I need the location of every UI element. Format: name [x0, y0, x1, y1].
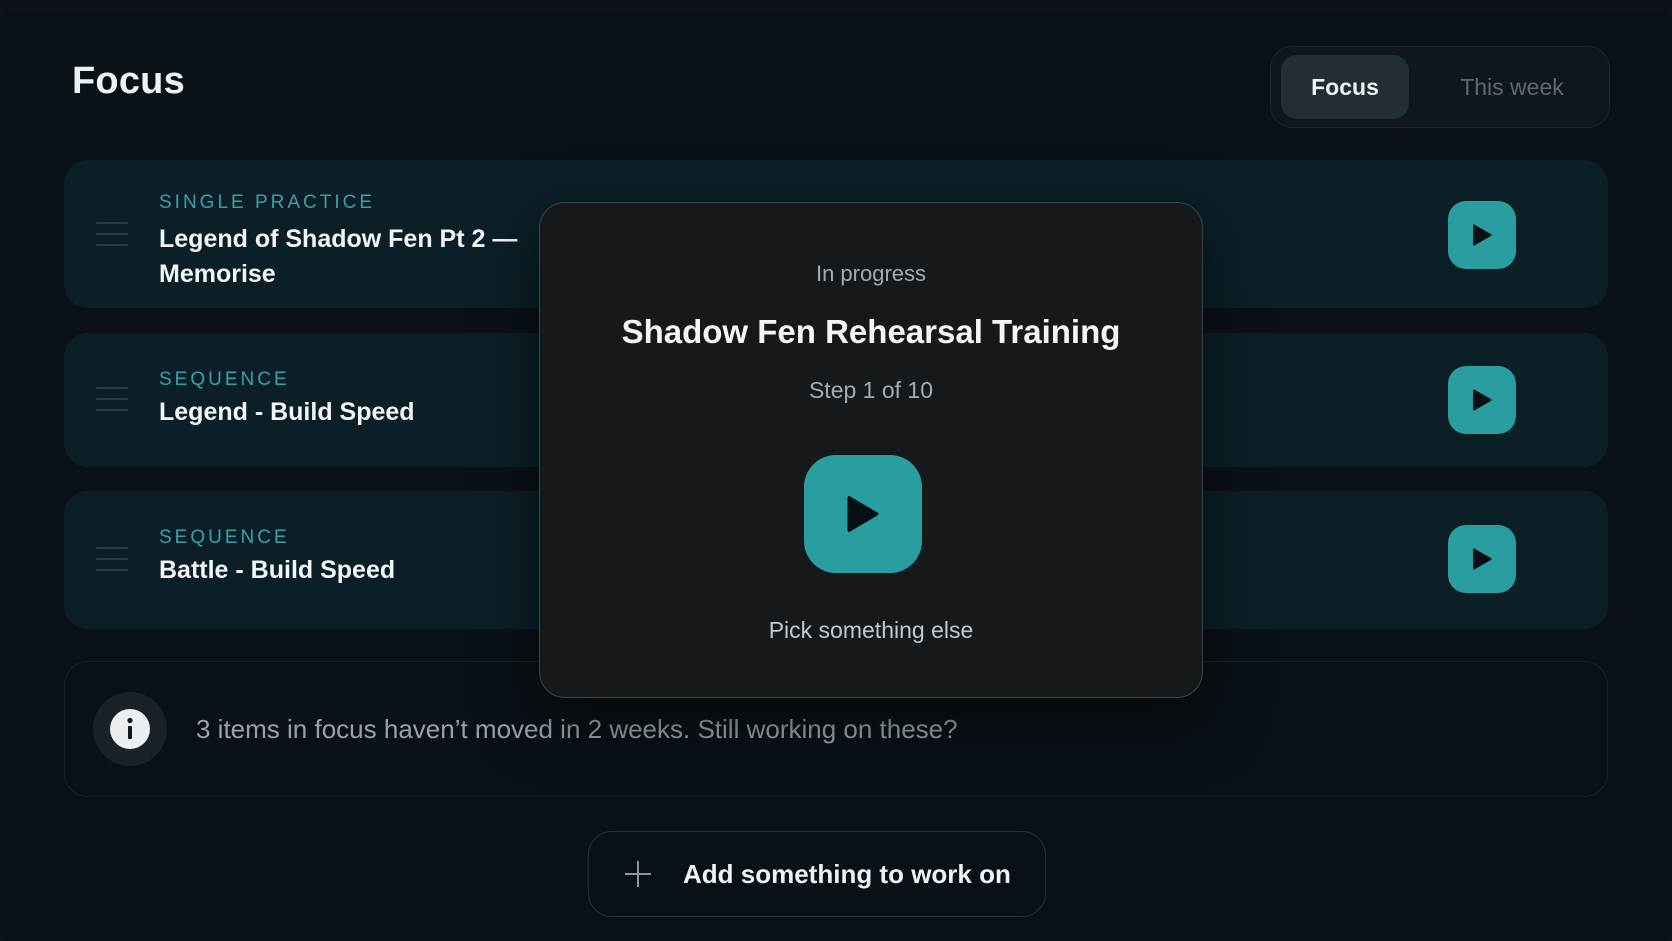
drag-handle-icon[interactable]: [96, 387, 128, 411]
play-icon: [1473, 224, 1492, 246]
drag-handle-icon[interactable]: [96, 222, 128, 246]
view-switcher: Focus This week: [1270, 46, 1610, 128]
item-title: Battle - Build Speed: [159, 556, 396, 584]
item-kind-label: SINGLE PRACTICE: [159, 192, 376, 213]
status-label: In progress: [815, 261, 927, 286]
focus-screen: Focus Focus This week SINGLE PRACTICE Le…: [0, 10, 1672, 941]
item-kind-label: SEQUENCE: [159, 527, 290, 548]
tab-focus[interactable]: Focus: [1281, 55, 1409, 119]
play-button[interactable]: [1448, 201, 1516, 269]
item-kind-label: SEQUENCE: [159, 369, 290, 390]
in-progress-dialog: In progress Shadow Fen Rehearsal Trainin…: [539, 202, 1203, 698]
resume-play-button[interactable]: [804, 455, 922, 573]
play-icon: [847, 496, 879, 532]
add-item-label: Add something to work on: [683, 858, 1011, 889]
play-button[interactable]: [1448, 366, 1516, 434]
info-badge: [93, 692, 167, 766]
notice-message: 3 items in focus haven’t moved in 2 week…: [196, 714, 958, 744]
item-title: Legend of Shadow Fen Pt 2 — Memorise: [159, 225, 518, 288]
tab-this-week[interactable]: This week: [1423, 55, 1601, 119]
add-item-button[interactable]: Add something to work on: [588, 831, 1046, 917]
pick-something-else-link[interactable]: Pick something else: [540, 617, 1202, 644]
drag-handle-icon[interactable]: [96, 547, 128, 571]
item-title: Legend - Build Speed: [159, 398, 415, 426]
dialog-title: Shadow Fen Rehearsal Training: [621, 313, 1121, 350]
info-icon: [110, 709, 150, 749]
step-counter: Step 1 of 10: [808, 377, 934, 403]
plus-icon: [625, 861, 651, 887]
page-title: Focus: [72, 60, 185, 102]
play-icon: [1473, 389, 1492, 411]
play-icon: [1473, 548, 1492, 570]
play-button[interactable]: [1448, 525, 1516, 593]
